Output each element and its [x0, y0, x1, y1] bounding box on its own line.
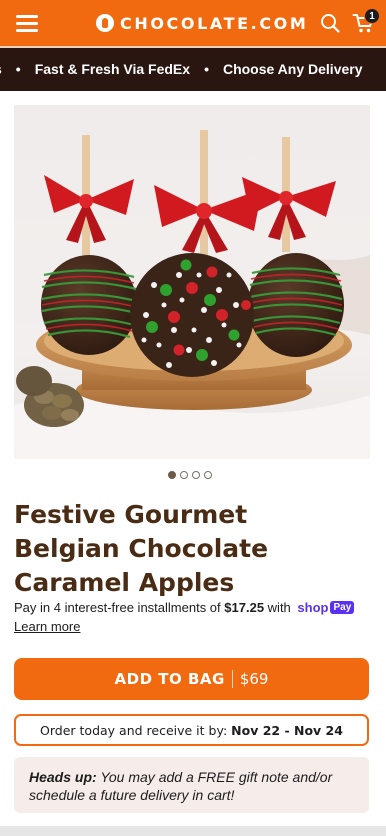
gift-note-notice: Heads up: You may add a FREE gift note a… — [14, 757, 369, 813]
shop-pay-shop: shop — [297, 600, 329, 615]
product-image[interactable] — [14, 105, 370, 459]
product-title: Festive Gourmet Belgian Chocolate Carame… — [14, 498, 354, 600]
add-to-bag-price: $69 — [239, 670, 269, 688]
learn-more-link[interactable]: Learn more — [14, 619, 80, 634]
product-title-line: Caramel Apples — [14, 568, 235, 597]
installments-text: Pay in 4 interest-free installments of — [14, 600, 221, 615]
product-photo-illustration — [14, 105, 370, 459]
delivery-prefix: Order today and receive it by: — [40, 722, 228, 738]
delivery-estimate: Order today and receive it by: Nov 22 - … — [14, 714, 369, 746]
add-to-bag-label: ADD TO BAG — [114, 670, 225, 688]
site-header: CHOCOLATE.COM 1 — [0, 0, 386, 46]
marquee-item: Choose Any Delivery — [222, 61, 363, 77]
promo-marquee: s • Fast & Fresh Via FedEx • Choose Any Deli… — [0, 48, 386, 91]
marquee-item: s — [0, 61, 2, 77]
hamburger-menu-icon[interactable] — [16, 14, 38, 32]
marquee-item: Fast & Fresh Via FedEx — [34, 61, 191, 77]
brand-name: CHOCOLATE.COM — [120, 13, 309, 33]
note-lead: Heads up: — [29, 769, 97, 785]
shop-pay-logo: shop Pay — [297, 600, 355, 615]
brand-logo[interactable]: CHOCOLATE.COM — [96, 12, 308, 34]
product-title-line: Belgian Chocolate — [14, 534, 269, 563]
delivery-range: Nov 22 - Nov 24 — [231, 722, 343, 738]
marquee-separator: • — [204, 61, 209, 77]
carousel-dot[interactable] — [204, 471, 212, 479]
installment-amount: $17.25 — [224, 600, 265, 615]
bottom-edge — [0, 826, 386, 836]
carousel-dot-active[interactable] — [168, 471, 176, 479]
product-title-line: Festive Gourmet — [14, 500, 248, 529]
cart-count-badge[interactable]: 1 — [364, 8, 380, 24]
logo-mark-icon — [96, 14, 114, 32]
installments-with: with — [267, 600, 291, 615]
marquee-separator: • — [15, 61, 21, 77]
search-icon[interactable] — [320, 13, 340, 33]
carousel-dot[interactable] — [192, 471, 200, 479]
carousel-dot[interactable] — [180, 471, 188, 479]
add-to-bag-divider — [231, 670, 233, 688]
installments-info: Pay in 4 interest-free installments of $… — [14, 600, 374, 615]
shop-pay-pay: Pay — [330, 601, 355, 614]
add-to-bag-button[interactable]: ADD TO BAG $69 — [14, 658, 369, 700]
marquee-track: s • Fast & Fresh Via FedEx • Choose Any Deli… — [0, 61, 363, 77]
image-carousel-dots — [168, 471, 212, 479]
